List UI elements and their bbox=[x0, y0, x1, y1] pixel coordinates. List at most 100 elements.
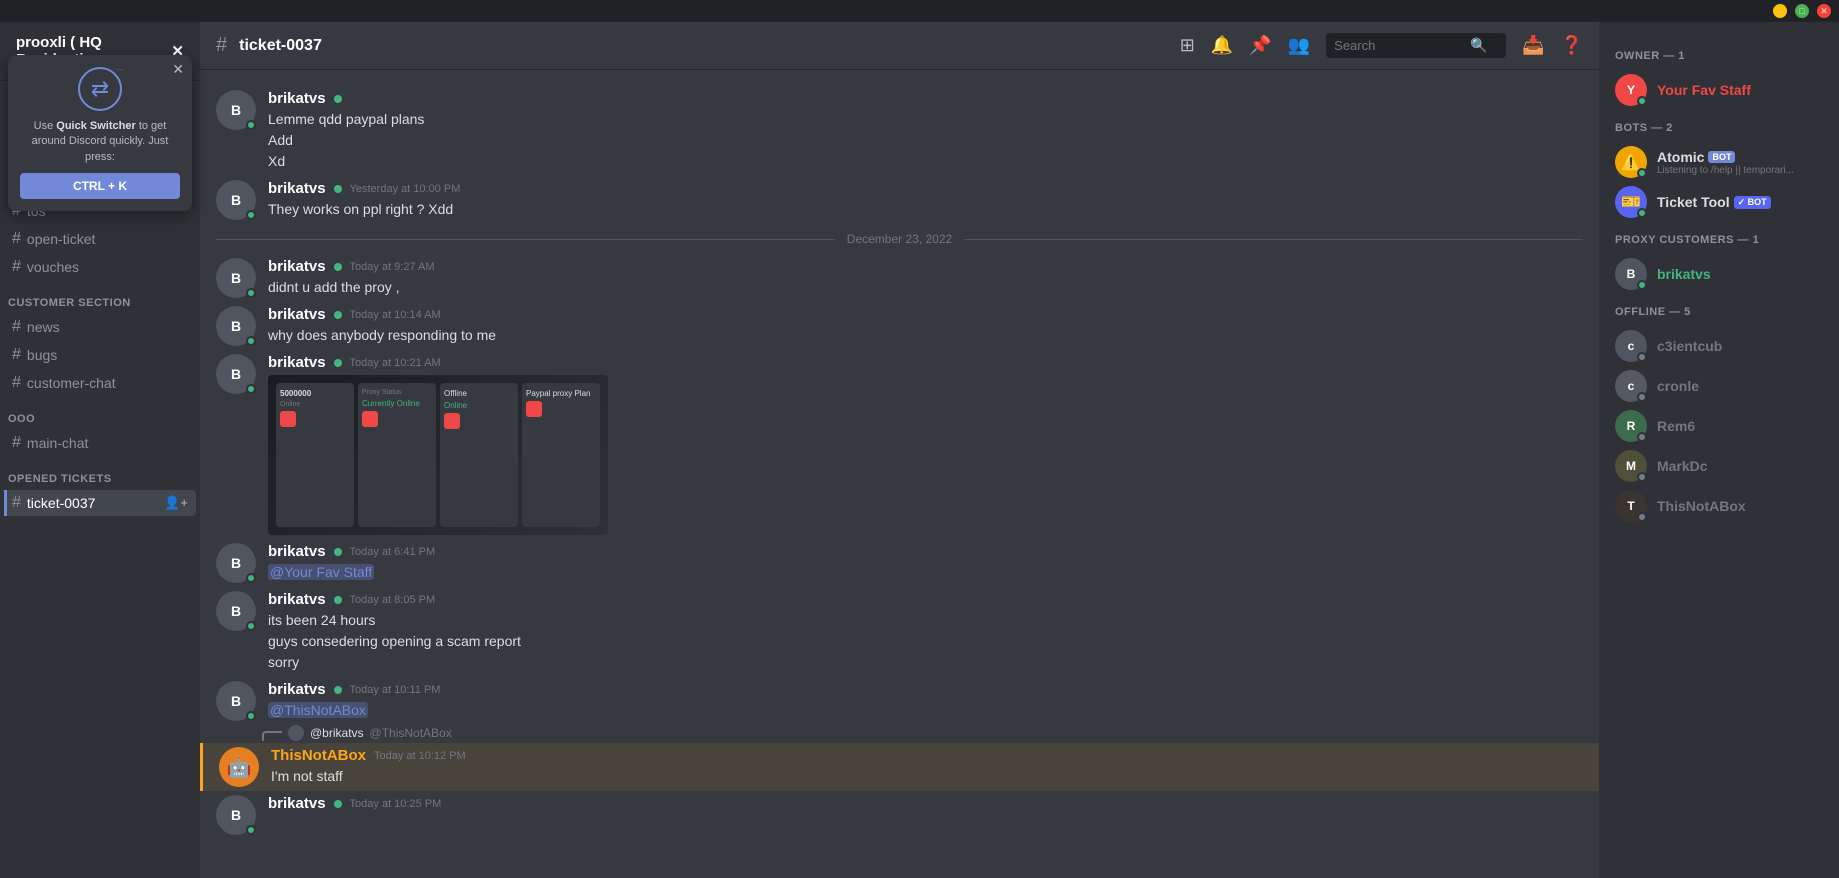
avatar: B bbox=[216, 795, 256, 835]
message-content: brikatvs Today at 10:21 AM 5000000 Onlin… bbox=[268, 354, 1583, 535]
member-info: c3ientcub bbox=[1657, 338, 1722, 354]
message-header: brikatvs Today at 9:27 AM bbox=[268, 258, 1583, 275]
timestamp: Today at 10:25 PM bbox=[350, 798, 442, 810]
channel-name: ticket-0037 bbox=[27, 495, 95, 511]
username[interactable]: brikatvs bbox=[268, 354, 326, 371]
member-item-atomic[interactable]: ⚠️ Atomic BOT Listening to /help || temp… bbox=[1615, 142, 1823, 182]
offline-avatar: M bbox=[1615, 450, 1647, 482]
image-placeholder: 5000000 Online Proxy Status Currently On… bbox=[268, 375, 608, 535]
message-content: brikatvs Today at 10:25 PM bbox=[268, 795, 1583, 835]
sidebar-item-bugs[interactable]: # bugs bbox=[4, 342, 196, 368]
online-indicator bbox=[246, 288, 256, 298]
username[interactable]: brikatvs bbox=[268, 306, 326, 323]
ctrl-k-shortcut[interactable]: CTRL + K bbox=[20, 173, 180, 199]
sidebar-item-ticket-0037[interactable]: # ticket-0037 👤+ bbox=[4, 490, 196, 516]
member-item-owner[interactable]: Y Your Fav Staff bbox=[1615, 70, 1823, 110]
embed-card: 5000000 Online bbox=[276, 383, 354, 527]
date-divider: December 23, 2022 bbox=[200, 224, 1599, 254]
username[interactable]: brikatvs bbox=[268, 258, 326, 275]
message-group-highlighted: 🤖 ThisNotABox Today at 10:12 PM I'm not … bbox=[200, 743, 1599, 791]
username[interactable]: ThisNotABox bbox=[271, 747, 366, 764]
inbox-icon[interactable]: 📥 bbox=[1522, 35, 1544, 56]
sidebar-item-main-chat[interactable]: # main-chat bbox=[4, 430, 196, 456]
date-line-left bbox=[216, 239, 835, 240]
pin-icon[interactable]: 📌 bbox=[1249, 35, 1271, 56]
message-header: brikatvs Today at 10:25 PM bbox=[268, 795, 1583, 812]
member-item-ticket-tool[interactable]: 🎫 Ticket Tool ✓ BOT bbox=[1615, 182, 1823, 222]
minimize-button[interactable]: – bbox=[1773, 4, 1787, 18]
hash-icon: # bbox=[12, 434, 21, 452]
online-dot bbox=[1637, 280, 1647, 290]
channel-name: vouches bbox=[27, 259, 79, 275]
avatar: B bbox=[216, 591, 256, 631]
sidebar-item-news[interactable]: # news bbox=[4, 314, 196, 340]
member-info: Atomic BOT Listening to /help || tempora… bbox=[1657, 149, 1794, 176]
mention[interactable]: @ThisNotABox bbox=[268, 702, 368, 718]
member-item-cronle[interactable]: c cronle bbox=[1615, 366, 1823, 406]
message-group: B brikatvs Today at 8:05 PM its been 24 … bbox=[200, 587, 1599, 677]
search-input[interactable] bbox=[1334, 38, 1464, 53]
channel-header: # ticket-0037 ⊞ 🔔 📌 👥 🔍 📥 ❓ bbox=[200, 22, 1599, 70]
channel-name: main-chat bbox=[27, 435, 88, 451]
message-text: They works on ppl right ? Xdd bbox=[268, 199, 1583, 220]
online-dot bbox=[1637, 208, 1647, 218]
username[interactable]: brikatvs bbox=[268, 681, 326, 698]
username[interactable]: brikatvs bbox=[268, 795, 326, 812]
username[interactable]: brikatvs bbox=[268, 543, 326, 560]
offline-name: MarkDc bbox=[1657, 458, 1708, 474]
quick-switcher-popup: ✕ ⇄ ··· Use Quick Switcher to get around… bbox=[8, 55, 192, 211]
message-text: I'm not staff bbox=[271, 766, 1583, 787]
message-group: B brikatvs Today at 10:14 AM why does an… bbox=[200, 302, 1599, 350]
member-info: Ticket Tool ✓ BOT bbox=[1657, 194, 1771, 210]
offline-name: ThisNotABox bbox=[1657, 498, 1746, 514]
messages-area: B brikatvs Lemme qdd paypal plansAddXd B bbox=[200, 70, 1599, 878]
atomic-status: Listening to /help || temporari... bbox=[1657, 165, 1794, 176]
message-group: B brikatvs Lemme qdd paypal plansAddXd bbox=[200, 86, 1599, 176]
embedded-image[interactable]: 5000000 Online Proxy Status Currently On… bbox=[268, 375, 608, 535]
embed-card: Proxy Status Currently Online bbox=[358, 383, 436, 527]
ooo-section-label: OOO bbox=[0, 397, 200, 429]
mention[interactable]: @Your Fav Staff bbox=[268, 564, 374, 580]
sidebar: prooxli ( HQ Residenti... ✕ ✕ ⇄ ··· Use … bbox=[0, 22, 200, 878]
main-content: # ticket-0037 ⊞ 🔔 📌 👥 🔍 📥 ❓ B bbox=[200, 22, 1599, 878]
member-info: Your Fav Staff bbox=[1657, 82, 1751, 98]
member-info: brikatvs bbox=[1657, 266, 1711, 282]
member-item-brikatvs[interactable]: B brikatvs bbox=[1615, 254, 1823, 294]
online-indicator bbox=[246, 573, 256, 583]
channel-name: open-ticket bbox=[27, 231, 95, 247]
search-bar[interactable]: 🔍 bbox=[1326, 33, 1506, 58]
help-icon[interactable]: ❓ bbox=[1561, 35, 1583, 56]
timestamp: Today at 10:11 PM bbox=[350, 684, 441, 696]
timestamp: Today at 10:21 AM bbox=[350, 357, 441, 369]
close-button[interactable]: ✕ bbox=[1817, 4, 1831, 18]
member-item-thisnotabox[interactable]: T ThisNotABox bbox=[1615, 486, 1823, 526]
bell-icon[interactable]: 🔔 bbox=[1211, 35, 1233, 56]
brikatvs-avatar: B bbox=[1615, 258, 1647, 290]
message-group: B brikatvs Today at 6:41 PM @Your Fav St… bbox=[200, 539, 1599, 587]
online-indicator bbox=[246, 336, 256, 346]
add-user-icon[interactable]: 👤+ bbox=[164, 495, 188, 511]
maximize-button[interactable]: □ bbox=[1795, 4, 1809, 18]
online-indicator bbox=[246, 120, 256, 130]
hash-icon: # bbox=[12, 230, 21, 248]
sidebar-item-open-ticket[interactable]: # open-ticket bbox=[4, 226, 196, 252]
arrows-icon: ⇄ ··· bbox=[78, 67, 122, 111]
sidebar-item-customer-chat[interactable]: # customer-chat bbox=[4, 370, 196, 396]
avatar: B bbox=[216, 306, 256, 346]
quick-switcher-close[interactable]: ✕ bbox=[172, 61, 184, 78]
username[interactable]: brikatvs bbox=[268, 591, 326, 608]
opened-tickets-section-label: OPENED TICKETS bbox=[0, 457, 200, 489]
channel-name: customer-chat bbox=[27, 375, 116, 391]
username[interactable]: brikatvs bbox=[268, 90, 326, 107]
member-item-clientcub[interactable]: c c3ientcub bbox=[1615, 326, 1823, 366]
hashtag-icon[interactable]: ⊞ bbox=[1180, 35, 1195, 56]
members-icon[interactable]: 👥 bbox=[1288, 35, 1310, 56]
channel-hash-icon: # bbox=[216, 34, 227, 57]
title-bar: – □ ✕ bbox=[0, 0, 1839, 22]
customer-section-label: CUSTOMER SECTION bbox=[0, 281, 200, 313]
reply-indicator: @brikatvs @ThisNotABox bbox=[200, 725, 1599, 741]
sidebar-item-vouches[interactable]: # vouches bbox=[4, 254, 196, 280]
member-item-markdc[interactable]: M MarkDc bbox=[1615, 446, 1823, 486]
member-item-rem6[interactable]: R Rem6 bbox=[1615, 406, 1823, 446]
username[interactable]: brikatvs bbox=[268, 180, 326, 197]
